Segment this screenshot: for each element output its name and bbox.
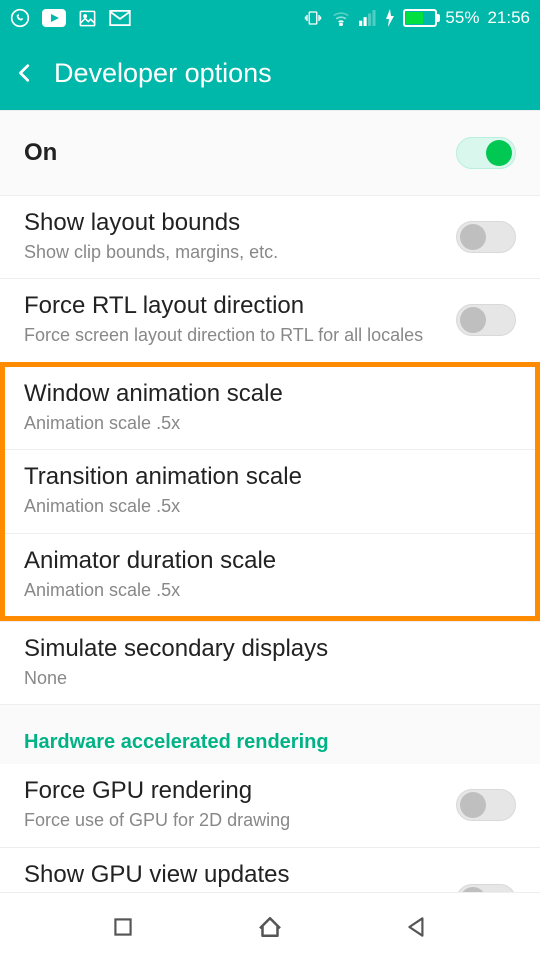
image-icon bbox=[78, 9, 97, 28]
app-bar: Developer options bbox=[0, 36, 540, 110]
wifi-icon bbox=[331, 10, 351, 26]
recent-apps-button[interactable] bbox=[110, 914, 136, 940]
row-show-gpu-view-updates[interactable]: Show GPU view updates Flash views inside… bbox=[0, 848, 540, 892]
setting-title: Animator duration scale bbox=[24, 547, 516, 575]
setting-subtitle: Animation scale .5x bbox=[24, 495, 424, 518]
row-show-layout-bounds[interactable]: Show layout bounds Show clip bounds, mar… bbox=[0, 196, 540, 279]
setting-subtitle: None bbox=[24, 667, 424, 690]
row-transition-animation-scale[interactable]: Transition animation scale Animation sca… bbox=[5, 450, 535, 533]
setting-title: Force GPU rendering bbox=[24, 777, 456, 805]
section-header-hardware: Hardware accelerated rendering bbox=[0, 705, 540, 764]
setting-subtitle: Show clip bounds, margins, etc. bbox=[24, 241, 424, 264]
signal-icon bbox=[359, 10, 377, 26]
setting-title: Show layout bounds bbox=[24, 209, 456, 237]
vibrate-icon bbox=[303, 9, 323, 27]
back-nav-button[interactable] bbox=[404, 914, 430, 940]
master-toggle-switch[interactable] bbox=[456, 137, 516, 169]
gmail-icon bbox=[109, 10, 131, 26]
switch-force-gpu[interactable] bbox=[456, 789, 516, 821]
switch-force-rtl[interactable] bbox=[456, 304, 516, 336]
row-animator-duration-scale[interactable]: Animator duration scale Animation scale … bbox=[5, 534, 535, 616]
row-force-rtl[interactable]: Force RTL layout direction Force screen … bbox=[0, 279, 540, 362]
setting-title: Force RTL layout direction bbox=[24, 292, 456, 320]
content-scroll[interactable]: On Show layout bounds Show clip bounds, … bbox=[0, 110, 540, 892]
highlighted-group: Window animation scale Animation scale .… bbox=[0, 362, 540, 621]
switch-gpu-updates[interactable] bbox=[456, 884, 516, 892]
setting-title: Simulate secondary displays bbox=[24, 635, 516, 663]
page-title: Developer options bbox=[54, 58, 272, 89]
setting-title: Window animation scale bbox=[24, 380, 516, 408]
row-simulate-secondary-displays[interactable]: Simulate secondary displays None bbox=[0, 621, 540, 705]
navigation-bar bbox=[0, 892, 540, 960]
row-force-gpu-rendering[interactable]: Force GPU rendering Force use of GPU for… bbox=[0, 764, 540, 847]
status-bar: 55% 21:56 bbox=[0, 0, 540, 36]
switch-layout-bounds[interactable] bbox=[456, 221, 516, 253]
battery-icon bbox=[403, 9, 437, 27]
row-window-animation-scale[interactable]: Window animation scale Animation scale .… bbox=[5, 367, 535, 450]
clock: 21:56 bbox=[487, 8, 530, 28]
whatsapp-icon bbox=[10, 8, 30, 28]
back-button[interactable] bbox=[14, 62, 54, 84]
setting-subtitle: Force use of GPU for 2D drawing bbox=[24, 809, 424, 832]
master-toggle-row[interactable]: On bbox=[0, 110, 540, 196]
home-button[interactable] bbox=[255, 912, 285, 942]
charging-icon bbox=[385, 9, 395, 27]
setting-subtitle: Animation scale .5x bbox=[24, 579, 424, 602]
battery-percent: 55% bbox=[445, 8, 479, 28]
master-toggle-label: On bbox=[24, 139, 456, 167]
setting-subtitle: Force screen layout direction to RTL for… bbox=[24, 324, 424, 347]
setting-title: Show GPU view updates bbox=[24, 861, 456, 889]
setting-title: Transition animation scale bbox=[24, 463, 516, 491]
setting-subtitle: Animation scale .5x bbox=[24, 412, 424, 435]
youtube-icon bbox=[42, 9, 66, 27]
